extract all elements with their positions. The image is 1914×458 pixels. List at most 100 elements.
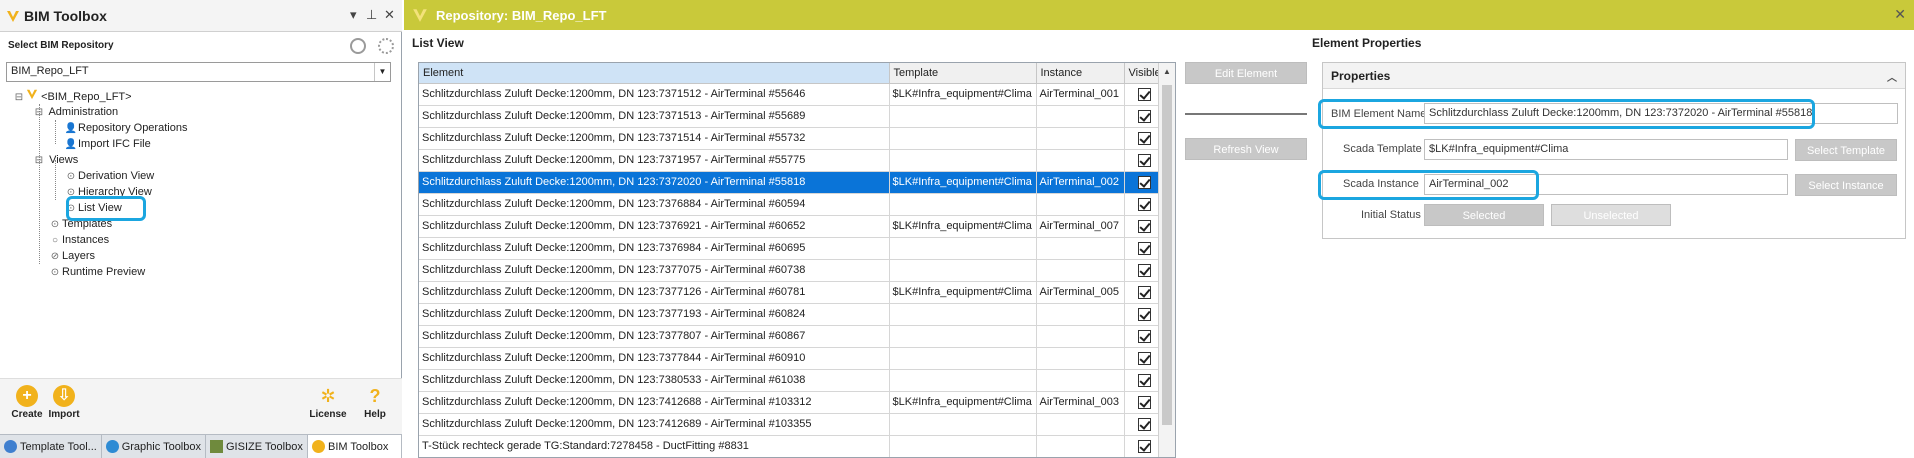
visible-checkbox[interactable]	[1138, 263, 1152, 277]
collapse-icon[interactable]: ⊟	[32, 105, 46, 121]
cell-element[interactable]: Schlitzdurchlass Zuluft Decke:1200mm, DN…	[419, 369, 890, 392]
table-row[interactable]: Schlitzdurchlass Zuluft Decke:1200mm, DN…	[419, 347, 1166, 370]
tree-item-repository-operations[interactable]: 👤Repository Operations	[64, 120, 188, 136]
cell-element[interactable]: Schlitzdurchlass Zuluft Decke:1200mm, DN…	[419, 193, 890, 216]
cell-element[interactable]: Schlitzdurchlass Zuluft Decke:1200mm, DN…	[419, 325, 890, 348]
tab-template-toolbox[interactable]: Template Tool...	[0, 435, 102, 458]
cell-template[interactable]	[889, 325, 1037, 348]
chevron-up-icon[interactable]: ︿	[1887, 69, 1897, 84]
table-row[interactable]: T-Stück rechteck gerade TG:Standard:7278…	[419, 435, 1166, 457]
cell-element[interactable]: Schlitzdurchlass Zuluft Decke:1200mm, DN…	[419, 303, 890, 326]
table-row[interactable]: Schlitzdurchlass Zuluft Decke:1200mm, DN…	[419, 193, 1166, 216]
column-header-element[interactable]: Element	[419, 63, 890, 84]
vertical-scrollbar[interactable]: ▲	[1158, 63, 1175, 457]
cell-template[interactable]	[889, 127, 1037, 150]
visible-checkbox[interactable]	[1138, 329, 1152, 343]
cell-template[interactable]: $LK#Infra_equipment#Clima	[889, 215, 1037, 238]
table-row[interactable]: Schlitzdurchlass Zuluft Decke:1200mm, DN…	[419, 83, 1166, 106]
scrollbar-thumb[interactable]	[1162, 85, 1172, 425]
gear-icon[interactable]	[378, 38, 394, 54]
visible-checkbox[interactable]	[1138, 351, 1152, 365]
tab-graphic-toolbox[interactable]: Graphic Toolbox	[102, 435, 206, 458]
tab-gisize-toolbox[interactable]: GISIZE Toolbox	[206, 435, 308, 458]
cell-instance[interactable]: AirTerminal_003	[1036, 391, 1125, 414]
cell-template[interactable]	[889, 193, 1037, 216]
cell-element[interactable]: Schlitzdurchlass Zuluft Decke:1200mm, DN…	[419, 215, 890, 238]
cell-template[interactable]	[889, 259, 1037, 282]
column-header-template[interactable]: Template	[889, 63, 1037, 84]
select-instance-button[interactable]: Select Instance	[1795, 174, 1897, 196]
scroll-up-icon[interactable]: ▲	[1159, 67, 1175, 76]
cell-template[interactable]: $LK#Infra_equipment#Clima	[889, 281, 1037, 304]
table-row[interactable]: Schlitzdurchlass Zuluft Decke:1200mm, DN…	[419, 413, 1166, 436]
cell-instance[interactable]	[1036, 105, 1125, 128]
cell-template[interactable]	[889, 413, 1037, 436]
table-row[interactable]: Schlitzdurchlass Zuluft Decke:1200mm, DN…	[419, 391, 1166, 414]
select-template-button[interactable]: Select Template	[1795, 139, 1897, 161]
tree-item-instances[interactable]: ○ Instances	[48, 232, 109, 248]
cell-instance[interactable]	[1036, 259, 1125, 282]
visible-checkbox[interactable]	[1138, 373, 1152, 387]
table-row[interactable]: Schlitzdurchlass Zuluft Decke:1200mm, DN…	[419, 149, 1166, 172]
collapse-icon[interactable]: ⊟	[12, 90, 26, 106]
cell-instance[interactable]	[1036, 413, 1125, 436]
cell-element[interactable]: Schlitzdurchlass Zuluft Decke:1200mm, DN…	[419, 413, 890, 436]
table-row[interactable]: Schlitzdurchlass Zuluft Decke:1200mm, DN…	[419, 303, 1166, 326]
cell-template[interactable]: $LK#Infra_equipment#Clima	[889, 83, 1037, 106]
table-row[interactable]: Schlitzdurchlass Zuluft Decke:1200mm, DN…	[419, 281, 1166, 304]
cell-instance[interactable]	[1036, 325, 1125, 348]
close-window-icon[interactable]: ✕	[1894, 6, 1906, 23]
visible-checkbox[interactable]	[1138, 219, 1152, 233]
column-header-instance[interactable]: Instance	[1036, 63, 1125, 84]
cell-template[interactable]: $LK#Infra_equipment#Clima	[889, 391, 1037, 414]
tree-item-views[interactable]: ⊟ Views	[32, 152, 78, 168]
cell-instance[interactable]	[1036, 237, 1125, 260]
tab-bim-toolbox[interactable]: BIM Toolbox	[308, 435, 402, 458]
unselected-button[interactable]: Unselected	[1551, 204, 1671, 226]
import-button[interactable]: ⇩ Import	[39, 385, 89, 420]
cell-instance[interactable]: AirTerminal_007	[1036, 215, 1125, 238]
cell-template[interactable]	[889, 435, 1037, 457]
cell-instance[interactable]	[1036, 149, 1125, 172]
properties-header[interactable]: Properties ︿	[1323, 63, 1905, 89]
visible-checkbox[interactable]	[1138, 439, 1152, 453]
visible-checkbox[interactable]	[1138, 175, 1152, 189]
tree-item-root[interactable]: ⊟ <BIM_Repo_LFT>	[12, 88, 132, 104]
visible-checkbox[interactable]	[1138, 241, 1152, 255]
edit-element-button[interactable]: Edit Element	[1185, 62, 1307, 84]
visible-checkbox[interactable]	[1138, 417, 1152, 431]
dropdown-icon[interactable]: ▾	[350, 7, 357, 23]
table-row[interactable]: Schlitzdurchlass Zuluft Decke:1200mm, DN…	[419, 325, 1166, 348]
cell-element[interactable]: Schlitzdurchlass Zuluft Decke:1200mm, DN…	[419, 259, 890, 282]
visible-checkbox[interactable]	[1138, 153, 1152, 167]
visible-checkbox[interactable]	[1138, 131, 1152, 145]
cell-element[interactable]: Schlitzdurchlass Zuluft Decke:1200mm, DN…	[419, 347, 890, 370]
cell-element[interactable]: Schlitzdurchlass Zuluft Decke:1200mm, DN…	[419, 281, 890, 304]
cell-template[interactable]	[889, 237, 1037, 260]
tree-item-administration[interactable]: ⊟ Administration	[32, 104, 118, 120]
repository-select[interactable]: BIM_Repo_LFT ▼	[6, 62, 391, 82]
tree-item-import-ifc[interactable]: 👤Import IFC File	[64, 136, 151, 152]
cell-element[interactable]: Schlitzdurchlass Zuluft Decke:1200mm, DN…	[419, 391, 890, 414]
visible-checkbox[interactable]	[1138, 109, 1152, 123]
cell-instance[interactable]	[1036, 369, 1125, 392]
scada-template-field[interactable]: $LK#Infra_equipment#Clima	[1424, 139, 1788, 160]
cell-template[interactable]	[889, 105, 1037, 128]
cell-instance[interactable]	[1036, 347, 1125, 370]
table-row[interactable]: Schlitzdurchlass Zuluft Decke:1200mm, DN…	[419, 259, 1166, 282]
table-row[interactable]: Schlitzdurchlass Zuluft Decke:1200mm, DN…	[419, 215, 1166, 238]
selected-button[interactable]: Selected	[1424, 204, 1544, 226]
tree-item-layers[interactable]: ⊘ Layers	[48, 248, 95, 264]
cell-element[interactable]: Schlitzdurchlass Zuluft Decke:1200mm, DN…	[419, 105, 890, 128]
cell-instance[interactable]	[1036, 193, 1125, 216]
cell-instance[interactable]	[1036, 127, 1125, 150]
chevron-down-icon[interactable]: ▼	[374, 63, 390, 81]
visible-checkbox[interactable]	[1138, 395, 1152, 409]
close-icon[interactable]: ✕	[384, 7, 395, 23]
visible-checkbox[interactable]	[1138, 87, 1152, 101]
cell-instance[interactable]: AirTerminal_001	[1036, 83, 1125, 106]
cell-element[interactable]: Schlitzdurchlass Zuluft Decke:1200mm, DN…	[419, 171, 890, 194]
table-row[interactable]: Schlitzdurchlass Zuluft Decke:1200mm, DN…	[419, 127, 1166, 150]
cell-element[interactable]: Schlitzdurchlass Zuluft Decke:1200mm, DN…	[419, 127, 890, 150]
table-row[interactable]: Schlitzdurchlass Zuluft Decke:1200mm, DN…	[419, 369, 1166, 392]
